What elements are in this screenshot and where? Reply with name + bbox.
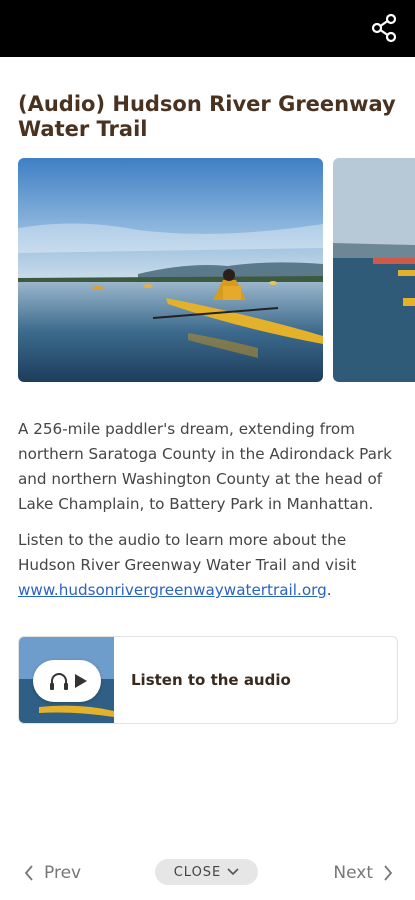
water-trail-link[interactable]: www.hudsonrivergreenwaywatertrail.org — [18, 581, 327, 599]
photo-gallery[interactable] — [0, 158, 415, 382]
top-bar — [0, 0, 415, 57]
audio-info-text: Listen to the audio to learn more about … — [18, 531, 357, 574]
listen-audio-card[interactable]: Listen to the audio — [18, 636, 398, 724]
close-label: CLOSE — [173, 864, 222, 880]
play-icon — [75, 674, 87, 688]
chevron-down-icon — [227, 868, 239, 876]
audio-info-period: . — [326, 581, 332, 599]
listen-audio-label: Listen to the audio — [131, 671, 291, 689]
prev-button[interactable]: Prev — [24, 862, 81, 884]
audio-info-paragraph: Listen to the audio to learn more about … — [18, 528, 398, 603]
audio-play-button[interactable] — [33, 660, 101, 702]
prev-label: Prev — [44, 863, 82, 883]
description-paragraph: A 256-mile paddler's dream, extending fr… — [18, 420, 392, 513]
share-button[interactable] — [369, 12, 401, 44]
gallery-photo-kayaker[interactable] — [18, 158, 323, 382]
gallery-photo-second[interactable] — [333, 158, 415, 382]
next-label: Next — [333, 863, 373, 883]
chevron-left-icon — [24, 865, 33, 881]
headphones-icon — [50, 673, 68, 690]
close-button[interactable]: CLOSE — [155, 859, 258, 885]
share-icon — [371, 13, 397, 43]
chevron-right-icon — [384, 865, 393, 881]
next-button[interactable]: Next — [333, 862, 393, 884]
page-title: (Audio) Hudson River Greenway Water Trai… — [18, 92, 396, 141]
